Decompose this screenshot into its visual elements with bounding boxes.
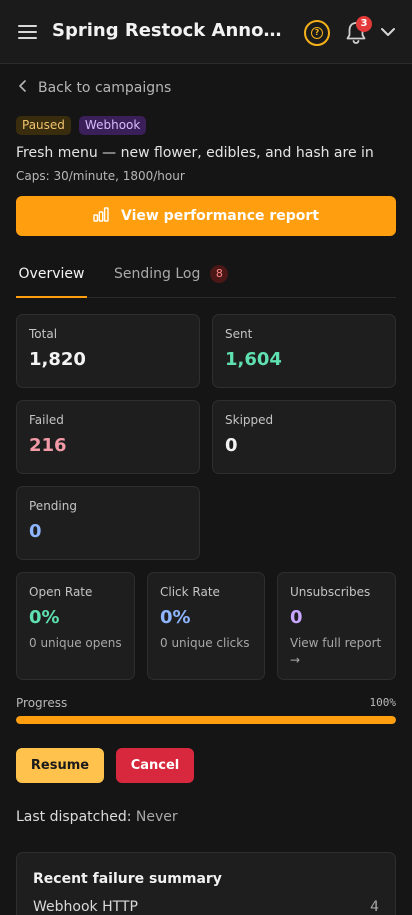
help-icon[interactable]: ? [304,20,330,46]
last-dispatched: Last dispatched: Never [16,809,178,825]
tab-sending-log-label: Sending Log [114,266,201,282]
stat-value-total: 1,820 [29,349,86,370]
sending-log-count-badge: 8 [210,265,229,283]
menu-icon[interactable] [18,24,38,40]
cancel-button[interactable]: Cancel [116,748,194,783]
report-button-label: View performance report [120,208,320,224]
last-dispatched-label: Last dispatched: [16,809,132,825]
stat-card-sent: Sent 1,604 [212,314,396,388]
stat-value-skipped: 0 [225,435,238,456]
stat-label: Skipped [225,413,274,427]
rate-caps: Caps: 30/minute, 1800/hour [16,169,185,183]
bar-chart-icon [93,206,111,226]
open-rate-card: Open Rate 0% 0 unique opens [16,572,135,680]
resume-button[interactable]: Resume [16,748,104,783]
channel-badge: Webhook [78,116,147,135]
click-rate-sub: 0 unique clicks [160,636,250,650]
stat-card-total: Total 1,820 [16,314,200,388]
back-link-label: Back to campaigns [38,80,172,96]
tab-overview[interactable]: Overview [16,256,87,298]
stat-label: Total [29,327,58,341]
notification-count-badge: 3 [356,16,372,32]
campaign-badges: Paused Webhook [16,116,147,135]
progress-value: 100% [369,696,397,709]
status-badge: Paused [16,116,71,135]
tab-sending-log[interactable]: Sending Log 8 [114,256,229,292]
stat-card-skipped: Skipped 0 [212,400,396,474]
stat-label: Pending [29,499,77,513]
view-performance-report-button[interactable]: View performance report [16,196,396,236]
top-app-bar: Spring Restock Announcement ? 3 [0,0,412,64]
unsubscribes-card: Unsubscribes 0 View full report → [277,572,396,680]
click-rate-value: 0% [160,607,191,628]
last-dispatched-value: Never [135,809,178,825]
page-title: Spring Restock Announcement [52,20,292,41]
chevron-left-icon [18,80,28,96]
click-rate-card: Click Rate 0% 0 unique clicks [147,572,265,680]
campaign-message: Fresh menu — new flower, edibles, and ha… [16,145,374,161]
open-rate-label: Open Rate [29,585,93,599]
stat-value-sent: 1,604 [225,349,282,370]
failure-row: Webhook HTTP 4 [33,899,379,915]
unsubscribes-value: 0 [290,607,303,628]
failure-summary-card: Recent failure summary Webhook HTTP 4 [16,852,396,915]
progress-label: Progress [16,696,68,710]
view-full-report-link[interactable]: View full report → [290,635,388,669]
failure-summary-title: Recent failure summary [33,871,222,887]
stat-label: Sent [225,327,253,341]
progress-bar-fill [16,716,396,724]
stat-card-failed: Failed 216 [16,400,200,474]
stat-card-pending: Pending 0 [16,486,200,560]
stat-value-pending: 0 [29,521,42,542]
click-rate-label: Click Rate [160,585,220,599]
stat-label: Failed [29,413,64,427]
failure-count: 4 [370,899,379,915]
stat-value-failed: 216 [29,435,67,456]
open-rate-sub: 0 unique opens [29,636,122,650]
progress-bar [16,716,396,724]
campaign-tabs: Overview Sending Log 8 [16,256,396,298]
open-rate-value: 0% [29,607,60,628]
unsubscribes-label: Unsubscribes [290,585,371,599]
chevron-down-icon[interactable] [378,24,398,40]
back-to-campaigns-link[interactable]: Back to campaigns [18,80,171,96]
failure-reason: Webhook HTTP [33,899,138,915]
